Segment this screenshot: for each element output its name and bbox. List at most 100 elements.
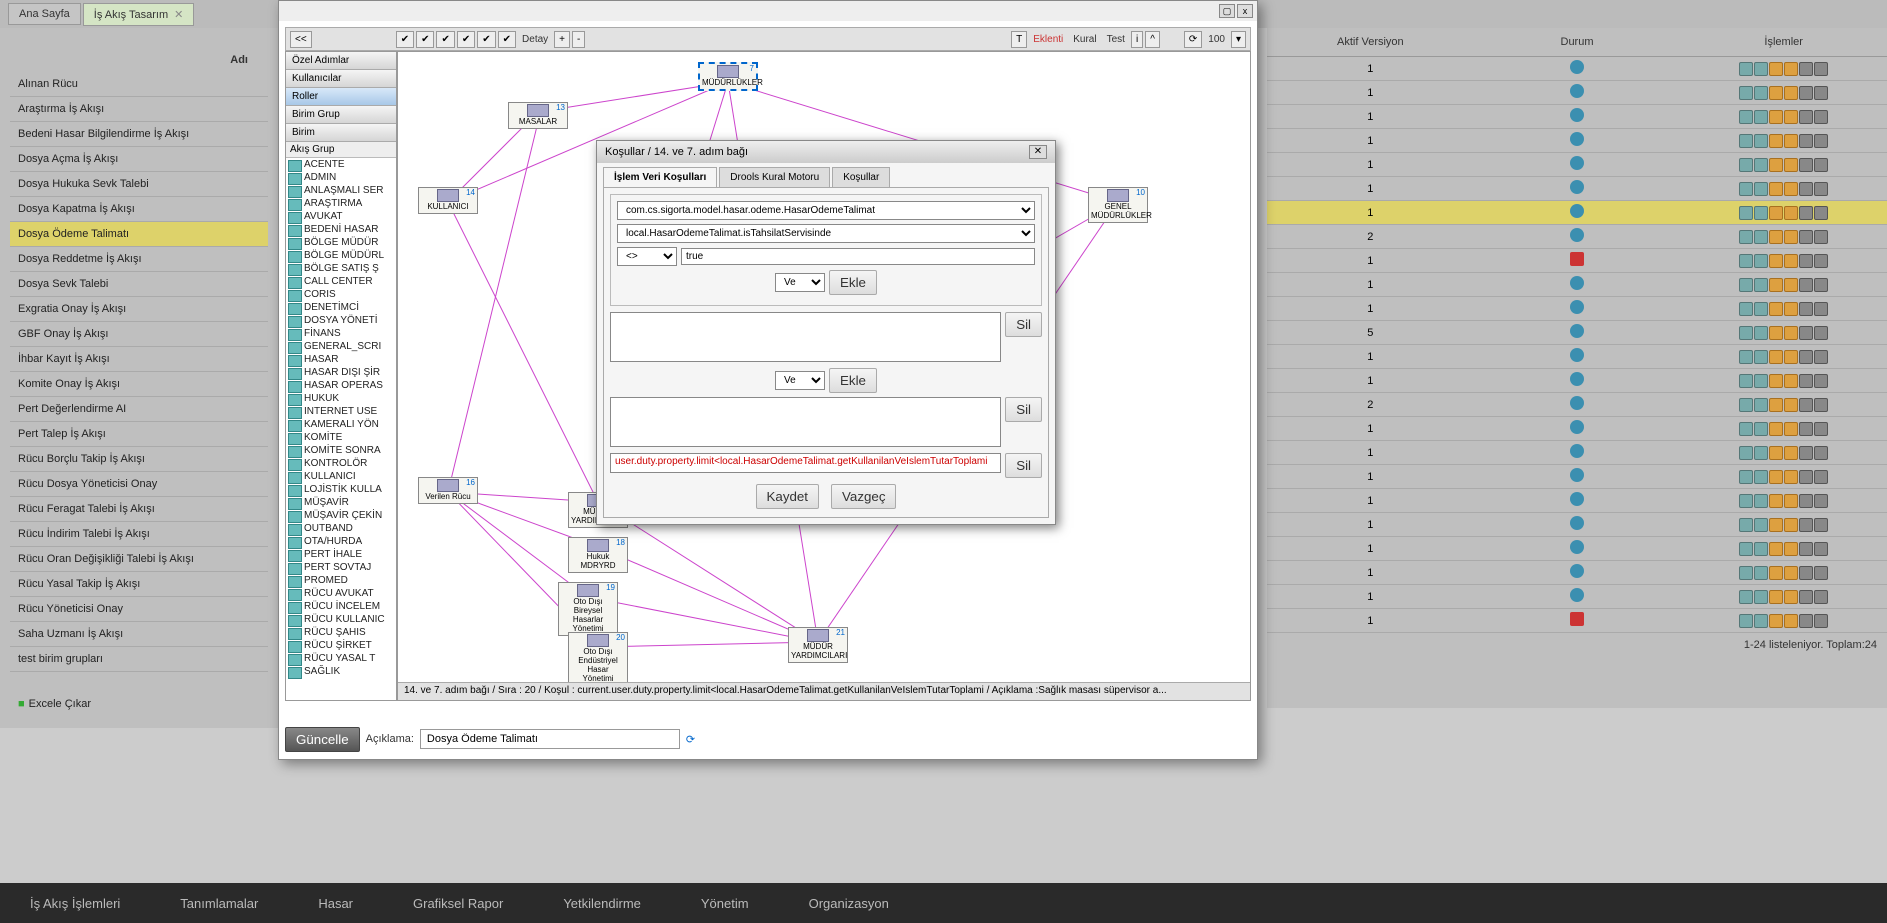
ekle-button-1[interactable]: Ekle [829, 270, 877, 295]
workflow-item[interactable]: Pert Değerlendirme AI [10, 397, 268, 422]
tree-item[interactable]: RÜCU ŞİRKET [286, 639, 396, 652]
action-view-icon[interactable] [1739, 566, 1753, 580]
version-row[interactable]: 1 [1267, 489, 1887, 513]
tree-item[interactable]: ARAŞTIRMA [286, 197, 396, 210]
action-design-icon[interactable] [1784, 182, 1798, 196]
action-view-icon[interactable] [1739, 254, 1753, 268]
tab-islem-veri[interactable]: İşlem Veri Koşulları [603, 167, 717, 187]
tree-item[interactable]: RÜCU KULLANIC [286, 613, 396, 626]
value-input[interactable] [681, 248, 1035, 265]
ve-select-2[interactable]: Ve [775, 371, 825, 390]
action-monitor-icon[interactable] [1799, 86, 1813, 100]
version-row[interactable]: 1 [1267, 585, 1887, 609]
fnav-yonetim[interactable]: Yönetim [671, 896, 779, 911]
tree-category[interactable]: Birim Grup [286, 106, 396, 124]
fnav-hasar[interactable]: Hasar [288, 896, 383, 911]
version-row[interactable]: 1 [1267, 57, 1887, 81]
tab-is-akis-tasarim[interactable]: İş Akış Tasarım✕ [83, 3, 195, 26]
sil-button-1[interactable]: Sil [1005, 312, 1042, 337]
action-edit-icon[interactable] [1769, 134, 1783, 148]
fnav-is-akis[interactable]: İş Akış İşlemleri [0, 896, 150, 911]
tree-item[interactable]: AVUKAT [286, 210, 396, 223]
action-copy-icon[interactable] [1754, 446, 1768, 460]
workflow-item[interactable]: Rücu İndirim Talebi İş Akışı [10, 522, 268, 547]
maximize-icon[interactable]: ▢ [1219, 4, 1235, 18]
action-delete-icon[interactable] [1814, 230, 1828, 244]
action-delete-icon[interactable] [1814, 446, 1828, 460]
tree-item[interactable]: ACENTE [286, 158, 396, 171]
action-design-icon[interactable] [1784, 590, 1798, 604]
action-edit-icon[interactable] [1769, 230, 1783, 244]
fnav-tanimlamalar[interactable]: Tanımlamalar [150, 896, 288, 911]
tree-item[interactable]: CALL CENTER [286, 275, 396, 288]
action-monitor-icon[interactable] [1799, 494, 1813, 508]
version-row[interactable]: 1 [1267, 201, 1887, 225]
action-delete-icon[interactable] [1814, 278, 1828, 292]
action-view-icon[interactable] [1739, 182, 1753, 196]
action-design-icon[interactable] [1784, 302, 1798, 316]
action-view-icon[interactable] [1739, 518, 1753, 532]
action-design-icon[interactable] [1784, 350, 1798, 364]
tree-item[interactable]: HASAR OPERAS [286, 379, 396, 392]
flow-node[interactable]: 21MÜDÜR YARDIMCILARI [788, 627, 848, 663]
action-monitor-icon[interactable] [1799, 254, 1813, 268]
flow-node[interactable]: 20Oto Dışı Endüstriyel Hasar Yönetimi [568, 632, 628, 686]
workflow-item[interactable]: Alınan Rücu [10, 72, 268, 97]
action-copy-icon[interactable] [1754, 110, 1768, 124]
action-view-icon[interactable] [1739, 86, 1753, 100]
action-copy-icon[interactable] [1754, 542, 1768, 556]
sil-button-3[interactable]: Sil [1005, 453, 1042, 478]
tab-drools[interactable]: Drools Kural Motoru [719, 167, 830, 187]
action-delete-icon[interactable] [1814, 398, 1828, 412]
version-row[interactable]: 1 [1267, 417, 1887, 441]
expr-textarea-1[interactable] [610, 312, 1001, 362]
action-monitor-icon[interactable] [1799, 614, 1813, 628]
workflow-item[interactable]: Saha Uzmanı İş Akışı [10, 622, 268, 647]
workflow-item[interactable]: Dosya Kapatma İş Akışı [10, 197, 268, 222]
tree-item[interactable]: RÜCU AVUKAT [286, 587, 396, 600]
action-monitor-icon[interactable] [1799, 230, 1813, 244]
flow-node[interactable]: 13MASALAR [508, 102, 568, 129]
action-delete-icon[interactable] [1814, 206, 1828, 220]
action-design-icon[interactable] [1784, 542, 1798, 556]
action-edit-icon[interactable] [1769, 182, 1783, 196]
tree-item[interactable]: OUTBAND [286, 522, 396, 535]
action-delete-icon[interactable] [1814, 254, 1828, 268]
workflow-item[interactable]: Rücu Dosya Yöneticisi Onay [10, 472, 268, 497]
tree-item[interactable]: MÜŞAVİR [286, 496, 396, 509]
action-edit-icon[interactable] [1769, 566, 1783, 580]
version-row[interactable]: 1 [1267, 513, 1887, 537]
action-edit-icon[interactable] [1769, 158, 1783, 172]
action-copy-icon[interactable] [1754, 590, 1768, 604]
action-design-icon[interactable] [1784, 374, 1798, 388]
version-row[interactable]: 1 [1267, 441, 1887, 465]
action-monitor-icon[interactable] [1799, 62, 1813, 76]
tree-item[interactable]: MÜŞAVİR ÇEKİN [286, 509, 396, 522]
i-button[interactable]: i [1131, 31, 1143, 48]
action-edit-icon[interactable] [1769, 278, 1783, 292]
action-delete-icon[interactable] [1814, 158, 1828, 172]
action-copy-icon[interactable] [1754, 86, 1768, 100]
action-delete-icon[interactable] [1814, 470, 1828, 484]
tree-item[interactable]: CORIS [286, 288, 396, 301]
fnav-grafiksel[interactable]: Grafiksel Rapor [383, 896, 533, 911]
version-row[interactable]: 1 [1267, 153, 1887, 177]
action-monitor-icon[interactable] [1799, 134, 1813, 148]
tree-item[interactable]: DOSYA YÖNETİ [286, 314, 396, 327]
minus-button[interactable]: - [572, 31, 585, 48]
tree-item[interactable]: KULLANICI [286, 470, 396, 483]
action-view-icon[interactable] [1739, 614, 1753, 628]
version-row[interactable]: 1 [1267, 345, 1887, 369]
action-copy-icon[interactable] [1754, 374, 1768, 388]
ekle-button-2[interactable]: Ekle [829, 368, 877, 393]
action-delete-icon[interactable] [1814, 518, 1828, 532]
flow-node[interactable]: 19Oto Dışı Bireysel Hasarlar Yönetimi [558, 582, 618, 636]
version-row[interactable]: 1 [1267, 177, 1887, 201]
check-4[interactable]: ✔ [457, 31, 475, 48]
tree-item[interactable]: RÜCU İNCELEM [286, 600, 396, 613]
action-design-icon[interactable] [1784, 494, 1798, 508]
action-view-icon[interactable] [1739, 206, 1753, 220]
version-row[interactable]: 1 [1267, 609, 1887, 633]
tree-item[interactable]: ADMIN [286, 171, 396, 184]
t-button[interactable]: T [1011, 31, 1027, 48]
